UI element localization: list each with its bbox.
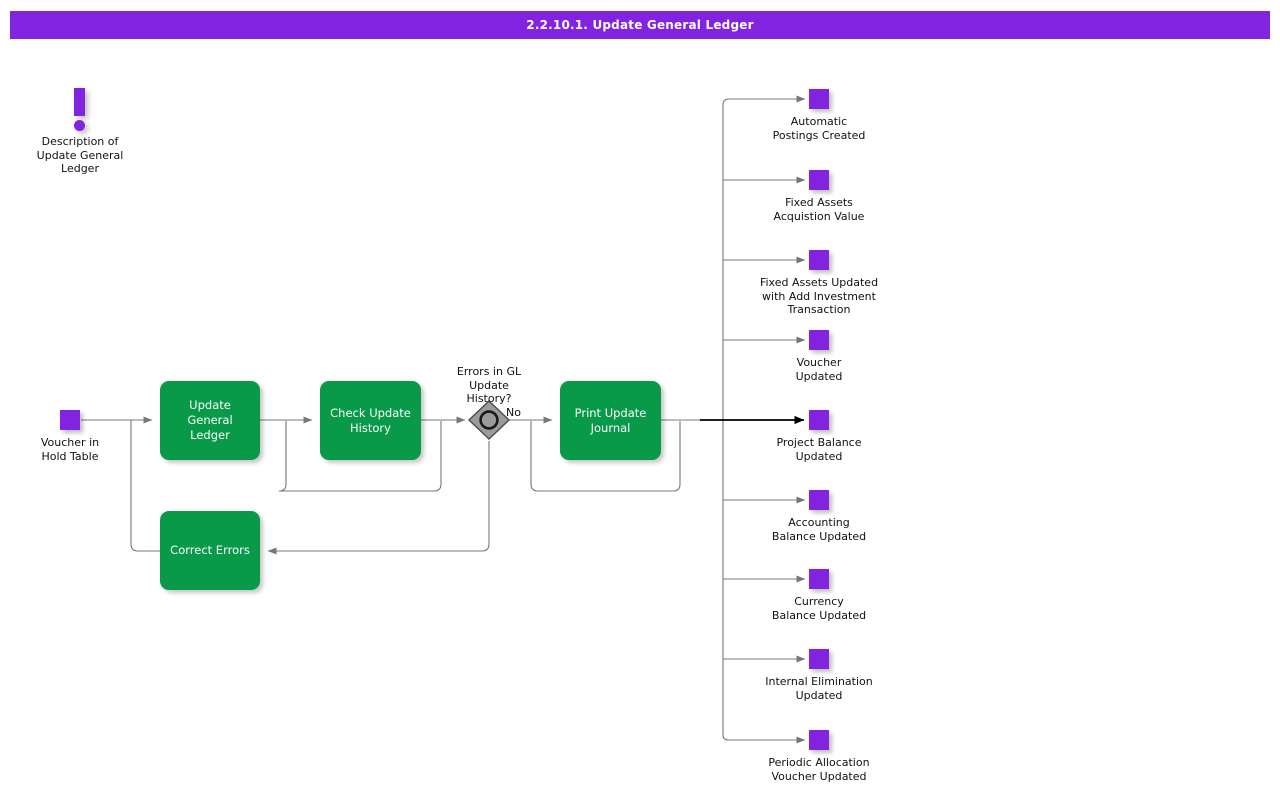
task-update-general-ledger[interactable]: Update General Ledger [160, 381, 260, 460]
event-square-icon [809, 730, 829, 750]
end-event-label: Voucher Updated [795, 356, 843, 383]
event-square-icon [809, 490, 829, 510]
diagram-canvas: 2.2.10.1. Update General Ledger Descript… [0, 0, 1280, 794]
end-event-fixed-assets-updated-add-investment[interactable]: Fixed Assets Updated with Add Investment… [760, 250, 878, 316]
task-label: Print Update Journal [574, 405, 647, 435]
end-event-voucher-updated[interactable]: Voucher Updated [796, 330, 842, 383]
end-event-internal-elimination-updated[interactable]: Internal Elimination Updated [765, 649, 873, 702]
end-event-label: Fixed Assets Acquistion Value [773, 196, 865, 223]
end-event-label: Project Balance Updated [776, 436, 862, 463]
event-square-icon [809, 330, 829, 350]
end-event-label: Periodic Allocation Voucher Updated [768, 756, 870, 783]
end-event-project-balance-updated[interactable]: Project Balance Updated [776, 410, 862, 463]
event-square-icon [809, 569, 829, 589]
task-label: Update General Ledger [187, 398, 233, 442]
task-correct-errors[interactable]: Correct Errors [160, 511, 260, 590]
event-square-icon [809, 250, 829, 270]
end-event-fixed-assets-acquistion-value[interactable]: Fixed Assets Acquistion Value [774, 170, 864, 223]
event-square-icon [809, 410, 829, 430]
end-event-automatic-postings-created[interactable]: Automatic Postings Created [773, 89, 865, 142]
task-print-update-journal[interactable]: Print Update Journal [560, 381, 661, 460]
gateway-label: Errors in GL Update History? [456, 365, 522, 405]
event-square-icon [60, 410, 80, 430]
end-event-label: Accounting Balance Updated [771, 516, 867, 543]
gateway-shape [467, 400, 511, 440]
page-title: 2.2.10.1. Update General Ledger [10, 11, 1270, 39]
gateway-outgoing-label: No [506, 406, 521, 419]
end-event-label: Automatic Postings Created [772, 115, 866, 142]
start-event-voucher-in-hold-table[interactable]: Voucher in Hold Table [41, 410, 99, 463]
end-event-currency-balance-updated[interactable]: Currency Balance Updated [772, 569, 866, 622]
end-event-accounting-balance-updated[interactable]: Accounting Balance Updated [772, 490, 866, 543]
task-label: Check Update History [330, 405, 411, 435]
end-event-label: Currency Balance Updated [771, 595, 867, 622]
description-marker-label: Description of Update General Ledger [36, 135, 124, 175]
event-square-icon [809, 649, 829, 669]
end-event-periodic-allocation-voucher-updated[interactable]: Periodic Allocation Voucher Updated [768, 730, 870, 783]
exclamation-icon [68, 88, 92, 132]
event-square-icon [809, 170, 829, 190]
description-marker: Description of Update General Ledger [0, 88, 160, 176]
event-square-icon [809, 89, 829, 109]
start-event-label: Voucher in Hold Table [40, 436, 100, 463]
end-event-label: Fixed Assets Updated with Add Investment… [759, 276, 879, 316]
task-label: Correct Errors [170, 543, 250, 557]
end-event-label: Internal Elimination Updated [765, 675, 873, 702]
task-check-update-history[interactable]: Check Update History [320, 381, 421, 460]
